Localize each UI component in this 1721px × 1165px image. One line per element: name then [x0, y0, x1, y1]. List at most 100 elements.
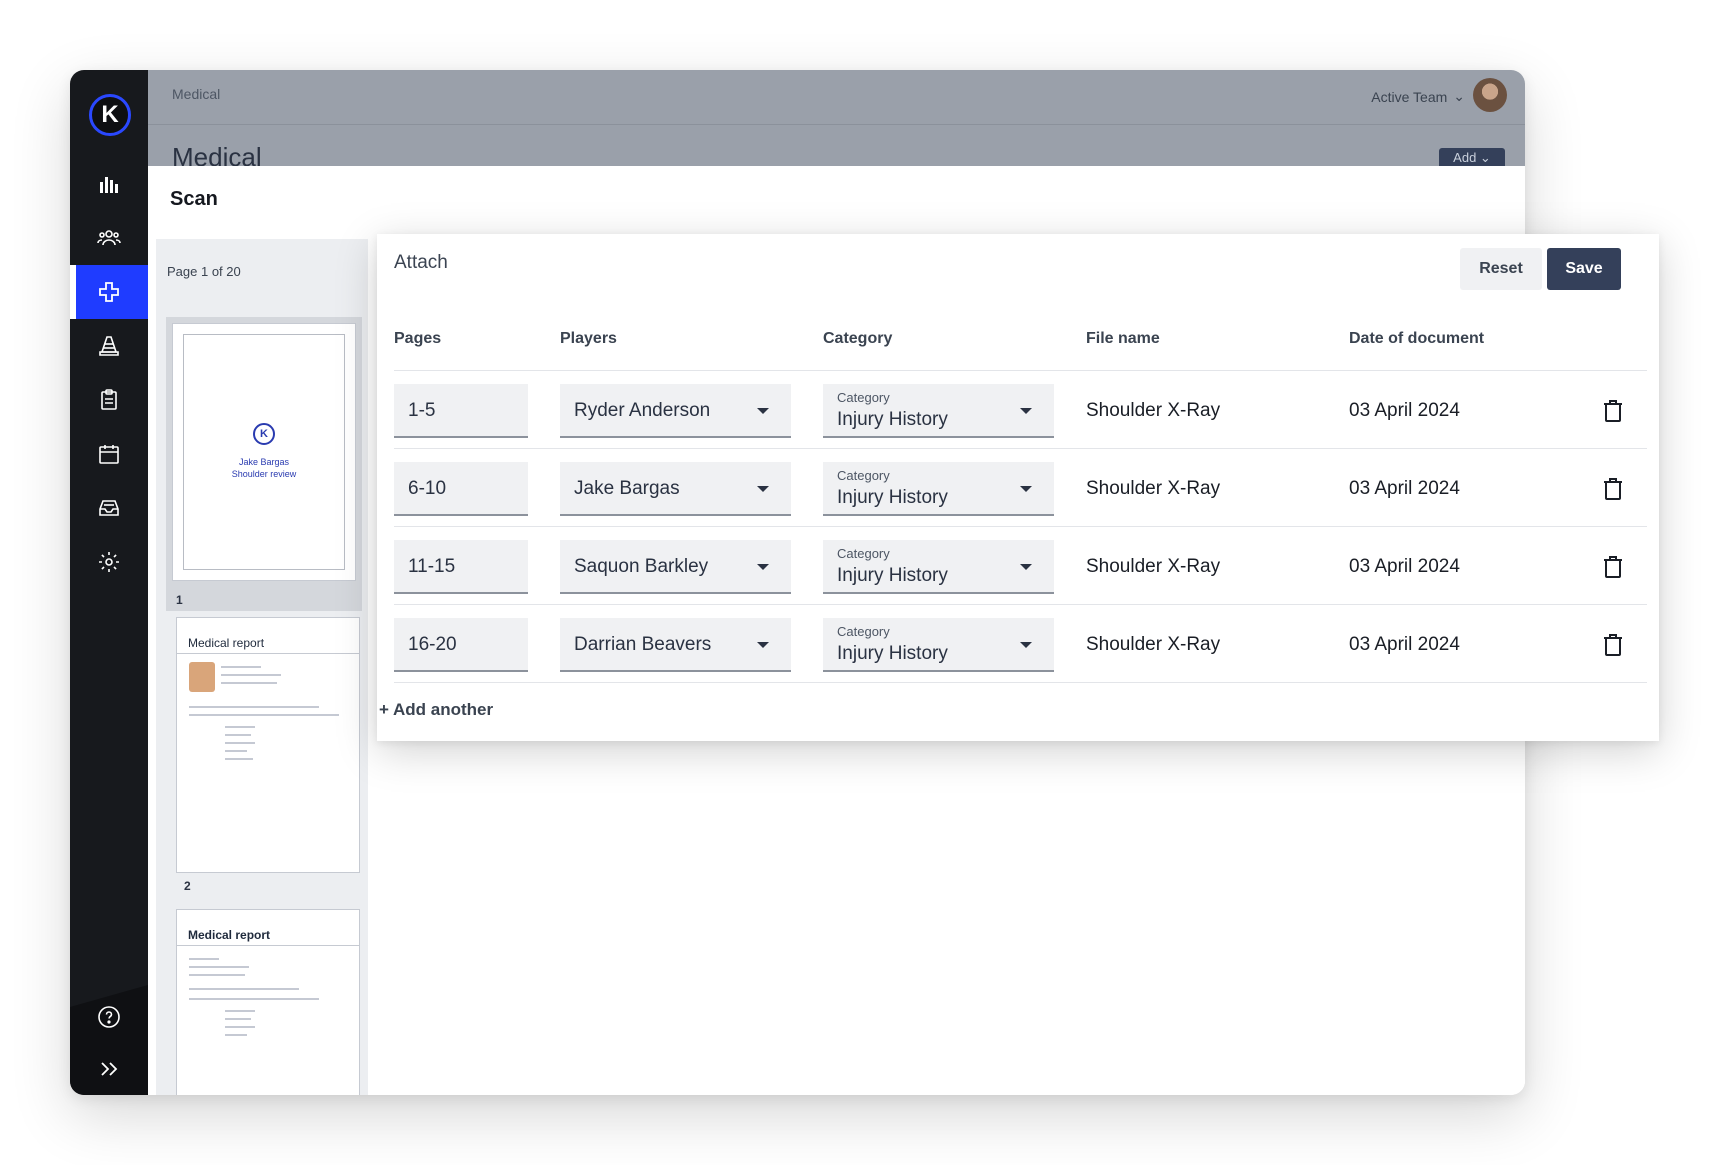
text-line — [221, 666, 261, 668]
page-number: 1 — [176, 593, 183, 607]
add-button[interactable]: Add ⌄ — [1439, 148, 1505, 168]
document-date: 03 April 2024 — [1349, 556, 1460, 577]
avatar[interactable] — [1473, 78, 1507, 112]
analytics-icon[interactable] — [70, 157, 148, 211]
row-divider — [394, 604, 1647, 605]
pages-input[interactable]: 11-15 — [394, 540, 528, 594]
column-header-file-name: File name — [1086, 330, 1160, 347]
text-line — [189, 966, 249, 968]
dropdown-caret-icon — [1020, 408, 1032, 414]
category-field-label: Category — [837, 546, 890, 561]
document-date: 03 April 2024 — [1349, 400, 1460, 421]
scan-title: Scan — [170, 188, 218, 210]
document-date: 03 April 2024 — [1349, 634, 1460, 655]
cone-icon[interactable] — [70, 319, 148, 373]
avatar — [189, 662, 215, 692]
category-select[interactable]: Category Injury History — [823, 462, 1054, 516]
text-line — [225, 1018, 251, 1020]
thumb-line-1: Jake Bargas — [238, 457, 290, 467]
category-value: Injury History — [837, 643, 948, 664]
logo[interactable]: K — [89, 94, 131, 136]
delete-icon[interactable] — [1602, 477, 1624, 501]
dialog-title: Attach — [394, 252, 448, 273]
player-select[interactable]: Saquon Barkley — [560, 540, 791, 594]
medical-icon[interactable] — [70, 265, 148, 319]
save-button[interactable]: Save — [1547, 248, 1621, 290]
inbox-icon[interactable] — [70, 481, 148, 535]
page-number: 2 — [184, 879, 191, 893]
category-value: Injury History — [837, 487, 948, 508]
player-value: Jake Bargas — [574, 478, 680, 499]
text-line — [221, 682, 277, 684]
page-thumbnail-selected[interactable]: K Jake Bargas Shoulder review 1 — [166, 317, 362, 611]
header-divider — [394, 370, 1647, 371]
column-header-date: Date of document — [1349, 330, 1485, 347]
text-line — [225, 750, 247, 752]
category-select[interactable]: Category Injury History — [823, 618, 1054, 672]
category-select[interactable]: Category Injury History — [823, 384, 1054, 438]
settings-icon[interactable] — [70, 535, 148, 589]
dropdown-caret-icon — [1020, 642, 1032, 648]
team-select-label: Active Team — [1371, 88, 1448, 105]
column-header-pages: Pages — [394, 330, 442, 347]
reset-button[interactable]: Reset — [1460, 248, 1542, 290]
add-another-button[interactable]: + Add another — [379, 700, 493, 720]
text-line — [225, 742, 255, 744]
row-divider — [394, 526, 1647, 527]
pages-value: 11-15 — [408, 556, 456, 577]
text-line — [189, 958, 219, 960]
player-value: Ryder Anderson — [574, 400, 711, 421]
text-line — [189, 706, 319, 708]
document-date: 03 April 2024 — [1349, 478, 1460, 499]
text-line — [189, 974, 245, 976]
pages-input[interactable]: 6-10 — [394, 462, 528, 516]
text-line — [225, 726, 255, 728]
dropdown-caret-icon — [1020, 486, 1032, 492]
text-line — [225, 734, 251, 736]
delete-icon[interactable] — [1602, 399, 1624, 423]
delete-icon[interactable] — [1602, 633, 1624, 657]
category-field-label: Category — [837, 468, 890, 483]
category-field-label: Category — [837, 624, 890, 639]
text-line — [225, 1026, 255, 1028]
player-select[interactable]: Ryder Anderson — [560, 384, 791, 438]
calendar-icon[interactable] — [70, 427, 148, 481]
file-name: Shoulder X-Ray — [1086, 634, 1221, 655]
pages-input[interactable]: 16-20 — [394, 618, 528, 672]
delete-icon[interactable] — [1602, 555, 1624, 579]
player-select[interactable]: Jake Bargas — [560, 462, 791, 516]
attach-dialog: Attach Reset Save Pages Players Category… — [377, 234, 1659, 741]
row-divider — [394, 682, 1647, 683]
text-line — [225, 1034, 247, 1036]
pages-input[interactable]: 1-5 — [394, 384, 528, 438]
category-select[interactable]: Category Injury History — [823, 540, 1054, 594]
pages-value: 16-20 — [408, 634, 457, 655]
logo-icon: K — [253, 423, 275, 445]
cover-page: K Jake Bargas Shoulder review — [183, 334, 345, 570]
clipboard-icon[interactable] — [70, 373, 148, 427]
column-header-players: Players — [560, 330, 617, 347]
pages-value: 6-10 — [408, 478, 447, 499]
text-line — [189, 998, 319, 1000]
help-icon[interactable] — [70, 990, 148, 1044]
page-thumbnail-3[interactable]: Medical report — [176, 909, 360, 1095]
team-select[interactable]: Active Team ⌄ — [1371, 88, 1465, 105]
file-name: Shoulder X-Ray — [1086, 400, 1221, 421]
team-icon[interactable] — [70, 211, 148, 265]
dropdown-caret-icon — [757, 564, 769, 570]
doc-header: Medical report — [177, 910, 359, 946]
player-value: Saquon Barkley — [574, 556, 709, 577]
category-field-label: Category — [837, 390, 890, 405]
thumb-line-2: Shoulder review — [231, 469, 297, 479]
text-line — [189, 988, 299, 990]
file-name: Shoulder X-Ray — [1086, 478, 1221, 499]
player-value: Darrian Beavers — [574, 634, 712, 655]
page-count: Page 1 of 20 — [167, 264, 241, 279]
player-select[interactable]: Darrian Beavers — [560, 618, 791, 672]
top-bar: Medical Active Team ⌄ Medical Add ⌄ — [148, 70, 1525, 172]
expand-icon[interactable] — [70, 1042, 148, 1095]
breadcrumb[interactable]: Medical — [172, 86, 220, 102]
page-thumbnails-panel: Page 1 of 20 K Jake Bargas Shoulder revi… — [156, 239, 368, 1095]
page-thumbnail-2[interactable]: Medical report — [176, 617, 360, 873]
sidebar: K — [70, 70, 148, 1095]
